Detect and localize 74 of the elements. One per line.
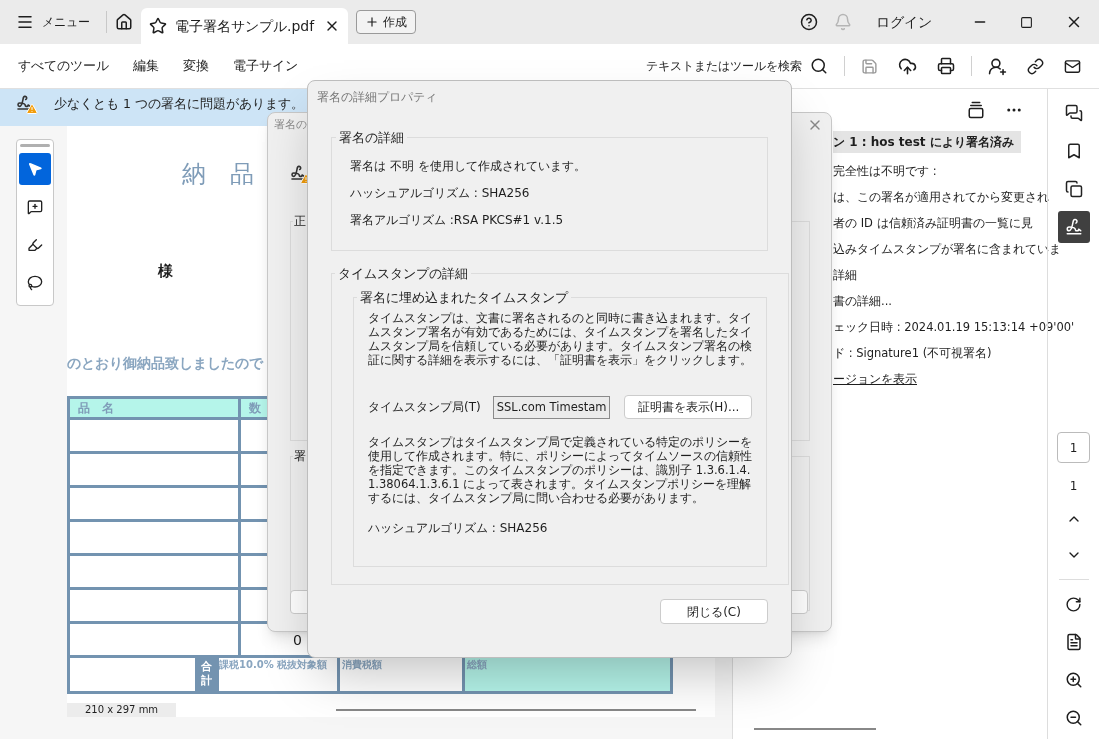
- view-certificate-button[interactable]: 証明書を表示(H)...: [624, 395, 753, 419]
- mail-icon[interactable]: [1064, 57, 1081, 75]
- page-number-field[interactable]: 1: [1057, 432, 1090, 463]
- signature-detail-text: ド : Signature1 (不可視署名): [833, 345, 992, 361]
- notification-text: 少なくとも 1 つの署名に問題があります。: [54, 95, 304, 113]
- detail-text: 署名アルゴリズム :RSA PKCS#1 v.1.5: [350, 211, 564, 229]
- home-icon[interactable]: [115, 13, 133, 31]
- signature-heading[interactable]: ン 1 : hos test により署名済み: [833, 131, 1021, 153]
- view-version-link[interactable]: ージョンを表示: [833, 371, 917, 387]
- signature-warning-icon: [16, 95, 38, 115]
- comment-plus-icon: [27, 199, 43, 215]
- menu-icon: [16, 13, 34, 31]
- signature-pen-icon: [1064, 218, 1083, 236]
- zoom-out-icon[interactable]: [1064, 709, 1083, 727]
- search-label[interactable]: テキストまたはツールを検索: [646, 57, 802, 75]
- menu-item[interactable]: 編集: [133, 56, 159, 76]
- detail-text: ハッシュアルゴリズム : SHA256: [350, 184, 530, 202]
- group-label: タイムスタンプの詳細: [337, 265, 469, 283]
- signature-detail-text: 詳細: [833, 267, 857, 283]
- table-header-cell: 品 名: [70, 398, 238, 417]
- field-label: タイムスタンプ局(T): [368, 399, 481, 416]
- signature-detail-text: ェック日時 : 2024.01.19 15:13:14 +09'00': [833, 319, 1075, 335]
- search-icon[interactable]: [810, 57, 828, 75]
- hash-text: ハッシュアルゴリズム : SHA256: [368, 520, 548, 537]
- maximize-icon[interactable]: [1020, 15, 1033, 29]
- table-header-cell: 総額: [465, 657, 670, 691]
- dialog-title: 署名の: [274, 117, 307, 133]
- add-user-icon[interactable]: [988, 56, 1007, 76]
- document-title: 納 品: [182, 159, 254, 190]
- signature-detail-text: 完全性は不明です :: [833, 163, 937, 179]
- fit-page-icon[interactable]: [1064, 633, 1083, 651]
- dialog-title: 署名の詳細プロパティ: [317, 89, 437, 106]
- signature-detail-text: は、この署名が適用されてから変更され: [833, 189, 1049, 205]
- cards-icon[interactable]: [967, 101, 985, 119]
- upload-icon[interactable]: [898, 56, 917, 76]
- rotate-icon[interactable]: [1065, 596, 1082, 613]
- menu-item[interactable]: すべてのツール: [18, 56, 109, 76]
- menu-item[interactable]: 電子サイン: [233, 56, 298, 76]
- menu-item[interactable]: 変換: [183, 56, 209, 76]
- plus-icon: [365, 15, 379, 29]
- addressee-text: 様: [158, 261, 173, 282]
- pointer-icon: [27, 161, 43, 177]
- login-button[interactable]: ログイン: [876, 11, 932, 33]
- close-button[interactable]: 閉じる(C): [660, 599, 768, 624]
- page-size-label: 210 x 297 mm: [67, 703, 177, 717]
- group-label: 署: [293, 448, 307, 464]
- create-button[interactable]: 作成: [356, 10, 416, 34]
- document-tab[interactable]: 電子署名サンプル.pdf: [141, 8, 348, 44]
- tab-title: 電子署名サンプル.pdf: [175, 16, 316, 36]
- print-icon[interactable]: [937, 57, 955, 75]
- pages-icon: [1064, 180, 1083, 198]
- timestamp-description: タイムスタンプは、文書に署名されるのと同時に書き込まれます。タイムスタンプ署名が有効であるためには、タイムスタンプを署名したタイムスタンプ局を信頼している必要があります。タイムスタンプ署名の検証に関する詳細を表示するには、「証明書を表示」をクリックします。: [368, 311, 753, 367]
- group-label: 署名に埋め込まれたタイムスタンプ: [359, 288, 570, 307]
- table-header-cell: 課税10.0% 税抜対象額: [219, 657, 337, 691]
- zoom-in-icon[interactable]: [1064, 671, 1083, 689]
- link-icon[interactable]: [1027, 57, 1044, 75]
- policy-description: タイムスタンプはタイムスタンプ局で定義されている特定のポリシーを使用して作成されます。特に、ポリシーによってタイムソースの信頼性を指定できます。このタイムスタンプのポリシーは、識別子 1.3.6.1.4.1.38064.1.3.6.1 によって表されます。タイムスタンプポリシーを理解するには、タイムスタンプ局に問い合わせる必要があります。: [368, 435, 753, 505]
- group-label: 正: [293, 213, 307, 229]
- save-icon[interactable]: [861, 57, 878, 75]
- signature-detail-text: 書の詳細...: [833, 293, 892, 309]
- page-count: 1: [1069, 478, 1078, 495]
- authority-field: SSL.com Timestam: [492, 395, 611, 419]
- signature-pen-button[interactable]: [1057, 211, 1090, 243]
- table-header-cell: 消費税額: [340, 657, 462, 691]
- signature-detail-text: 者の ID は信頼済み証明書の一覧に見: [833, 215, 1033, 231]
- group-label: 署名の詳細: [338, 129, 405, 147]
- star-icon[interactable]: [149, 17, 167, 35]
- lasso-icon: [27, 275, 43, 291]
- menu-button[interactable]: メニュー: [0, 0, 106, 44]
- highlighter-icon: [27, 237, 43, 253]
- detail-text: 署名は 不明 を使用して作成されています。: [350, 157, 586, 175]
- intro-text: のとおり御納品致しましたので: [67, 353, 263, 373]
- help-icon[interactable]: [800, 13, 818, 31]
- comments-icon: [1064, 104, 1083, 122]
